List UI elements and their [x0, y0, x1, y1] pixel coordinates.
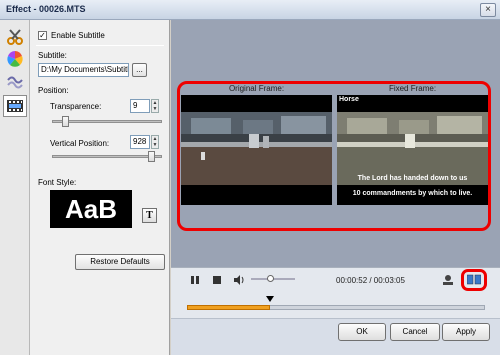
- stop-icon: [213, 276, 221, 284]
- subtitle-label: Subtitle:: [38, 51, 67, 60]
- watermark-tool-button[interactable]: [3, 70, 27, 92]
- spin-down-icon[interactable]: ▼: [152, 142, 158, 148]
- progress-area: [171, 291, 500, 319]
- transparence-slider-thumb[interactable]: [62, 116, 70, 127]
- title-bar: Effect - 00026.MTS ×: [0, 0, 500, 20]
- font-settings-button[interactable]: T: [142, 208, 157, 223]
- original-frame-label: Original Frame:: [228, 84, 285, 93]
- pause-button[interactable]: [188, 273, 202, 287]
- subtitle-settings-panel: ✓ Enable Subtitle Subtitle: D:\My Docume…: [30, 20, 170, 355]
- font-preview: AaB: [50, 190, 132, 228]
- volume-button[interactable]: [232, 273, 246, 287]
- snapshot-button[interactable]: [441, 273, 455, 287]
- spin-down-icon[interactable]: ▼: [152, 106, 158, 112]
- arena-scene-image: [181, 112, 332, 185]
- scissors-icon: [7, 29, 23, 45]
- vertical-position-slider-thumb[interactable]: [147, 151, 155, 162]
- progress-fill: [187, 305, 271, 310]
- tool-sidebar: [0, 20, 30, 355]
- trim-tool-button[interactable]: [3, 26, 27, 48]
- transparence-label: Transparence:: [50, 102, 102, 111]
- horse-tag: Horse: [339, 96, 359, 103]
- watermark-icon: [7, 76, 23, 89]
- vertical-position-spinner[interactable]: ▲ ▼: [151, 135, 159, 149]
- volume-slider-thumb[interactable]: [267, 275, 274, 282]
- subtitle-line-2: 10 commandments by which to live.: [352, 190, 473, 197]
- pause-icon: [191, 276, 199, 284]
- divider: [36, 45, 164, 46]
- browse-button[interactable]: ...: [132, 63, 147, 77]
- playhead-marker-icon[interactable]: [266, 296, 275, 302]
- vertical-position-label: Vertical Position:: [50, 139, 110, 148]
- window-title: Effect - 00026.MTS: [6, 4, 86, 14]
- transparence-spinner[interactable]: ▲ ▼: [151, 99, 159, 113]
- vertical-position-input[interactable]: 928: [130, 135, 150, 149]
- subtitle-line-1: The Lord has handed down to us: [357, 175, 468, 182]
- effect-tool-button[interactable]: [3, 48, 27, 70]
- preview-area: Original Frame: Fixed Frame: Horse The L…: [171, 20, 500, 355]
- compare-view-highlight: [461, 269, 487, 291]
- subtitle-tool-button[interactable]: [3, 95, 27, 117]
- ok-button[interactable]: OK: [338, 323, 386, 341]
- fixed-frame-label: Fixed Frame:: [388, 84, 437, 93]
- stop-button[interactable]: [210, 273, 224, 287]
- apply-button[interactable]: Apply: [442, 323, 490, 341]
- restore-defaults-button[interactable]: Restore Defaults: [75, 254, 165, 270]
- vertical-position-slider[interactable]: [52, 155, 162, 158]
- subtitle-path-field[interactable]: D:\My Documents\Subtitl: [38, 63, 129, 77]
- film-strip-icon: [7, 100, 23, 112]
- original-frame-video: [181, 95, 332, 205]
- cancel-button[interactable]: Cancel: [390, 323, 440, 341]
- enable-subtitle-label: Enable Subtitle: [51, 31, 105, 40]
- enable-subtitle-checkbox[interactable]: ✓: [38, 31, 47, 40]
- transparence-input[interactable]: 9: [130, 99, 150, 113]
- color-wheel-icon: [7, 51, 23, 67]
- person-snapshot-icon: [443, 275, 453, 285]
- position-label: Position:: [38, 86, 69, 95]
- playback-time: 00:00:52 / 00:03:05: [336, 276, 405, 285]
- font-style-label: Font Style:: [38, 178, 77, 187]
- fixed-frame-video: Horse The Lord has handed down to us 10 …: [337, 95, 488, 205]
- speaker-icon: [234, 275, 244, 285]
- close-button[interactable]: ×: [480, 3, 496, 17]
- player-controls: 00:00:52 / 00:03:05: [171, 267, 500, 291]
